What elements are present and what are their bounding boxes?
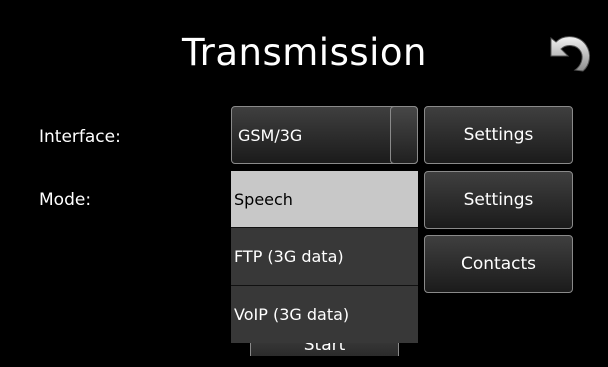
interface-select[interactable]: GSM/3G — [231, 106, 418, 164]
contacts-button[interactable]: Contacts — [424, 235, 573, 293]
mode-option-voip[interactable]: VoIP (3G data) — [231, 286, 418, 343]
undo-arrow-icon — [550, 36, 591, 72]
mode-option-speech[interactable]: Speech — [231, 171, 418, 227]
back-button[interactable] — [547, 30, 593, 74]
mode-label: Mode: — [39, 190, 92, 210]
mode-dropdown-list: Speech FTP (3G data) VoIP (3G data) — [231, 171, 418, 343]
interface-select-value: GSM/3G — [238, 125, 303, 145]
page-title: Transmission — [181, 31, 428, 74]
mode-settings-button[interactable]: Settings — [424, 171, 573, 229]
interface-label: Interface: — [39, 127, 121, 147]
interface-settings-button[interactable]: Settings — [424, 106, 573, 164]
interface-select-dropdown-button[interactable] — [390, 106, 418, 164]
screen: Transmission Interface: GSM/3G Settings … — [11, 11, 598, 356]
mode-option-ftp[interactable]: FTP (3G data) — [231, 228, 418, 285]
